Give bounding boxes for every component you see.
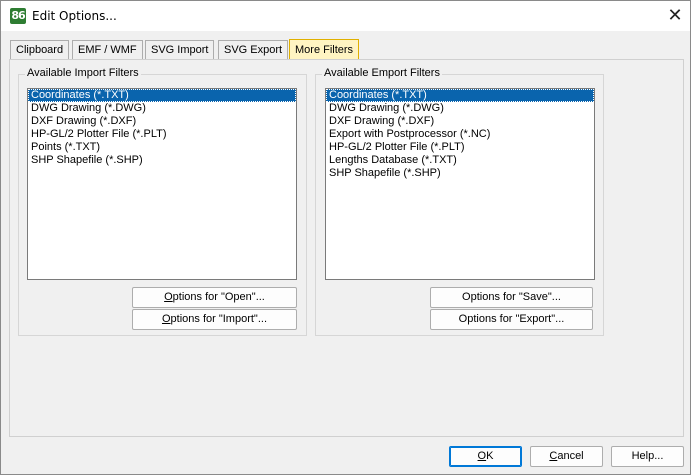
list-item[interactable]: DXF Drawing (*.DXF) — [326, 115, 594, 128]
list-item[interactable]: Coordinates (*.TXT) — [28, 89, 296, 102]
tab-clipboard[interactable]: Clipboard — [10, 40, 70, 59]
tab-more-filters[interactable]: More Filters — [289, 39, 360, 60]
export-filters-title: Available Emport Filters — [322, 67, 442, 79]
cancel-button[interactable]: Cancel — [530, 446, 603, 467]
help-button[interactable]: Help... — [611, 446, 684, 467]
tab-panel-more-filters: Available Import Filters Coordinates (*.… — [9, 59, 684, 437]
list-item[interactable]: Lengths Database (*.TXT) — [326, 154, 594, 167]
close-button[interactable]: ✕ — [660, 1, 690, 31]
list-item[interactable]: Coordinates (*.TXT) — [326, 89, 594, 102]
tab-svg-import[interactable]: SVG Import — [145, 40, 215, 59]
tab-emf-wmf[interactable]: EMF / WMF — [72, 40, 143, 59]
title-bar[interactable]: 86 Edit Options... ✕ — [1, 1, 690, 31]
export-filters-group: Available Emport Filters Coordinates (*.… — [315, 67, 604, 336]
app-icon: 86 — [10, 8, 26, 24]
close-icon: ✕ — [667, 5, 683, 26]
options-export-button[interactable]: Options for "Export"... — [430, 309, 593, 330]
list-item[interactable]: DXF Drawing (*.DXF) — [28, 115, 296, 128]
export-filters-list[interactable]: Coordinates (*.TXT) DWG Drawing (*.DWG) … — [325, 88, 595, 280]
options-open-button[interactable]: Options for "Open"... — [132, 287, 297, 308]
options-save-button[interactable]: Options for "Save"... — [430, 287, 593, 308]
list-item[interactable]: HP-GL/2 Plotter File (*.PLT) — [28, 128, 296, 141]
list-item[interactable]: Export with Postprocessor (*.NC) — [326, 128, 594, 141]
list-item[interactable]: DWG Drawing (*.DWG) — [28, 102, 296, 115]
ok-button[interactable]: OK — [449, 446, 522, 467]
list-item[interactable]: DWG Drawing (*.DWG) — [326, 102, 594, 115]
list-item[interactable]: SHP Shapefile (*.SHP) — [326, 167, 594, 180]
list-item[interactable]: Points (*.TXT) — [28, 141, 296, 154]
edit-options-dialog: 86 Edit Options... ✕ Clipboard EMF / WMF… — [0, 0, 691, 475]
list-item[interactable]: HP-GL/2 Plotter File (*.PLT) — [326, 141, 594, 154]
import-filters-group: Available Import Filters Coordinates (*.… — [18, 67, 307, 336]
import-filters-title: Available Import Filters — [25, 67, 141, 79]
tab-svg-export[interactable]: SVG Export — [218, 40, 289, 59]
options-import-button[interactable]: Options for "Import"... — [132, 309, 297, 330]
window-title: Edit Options... — [32, 9, 117, 23]
import-filters-list[interactable]: Coordinates (*.TXT) DWG Drawing (*.DWG) … — [27, 88, 297, 280]
list-item[interactable]: SHP Shapefile (*.SHP) — [28, 154, 296, 167]
